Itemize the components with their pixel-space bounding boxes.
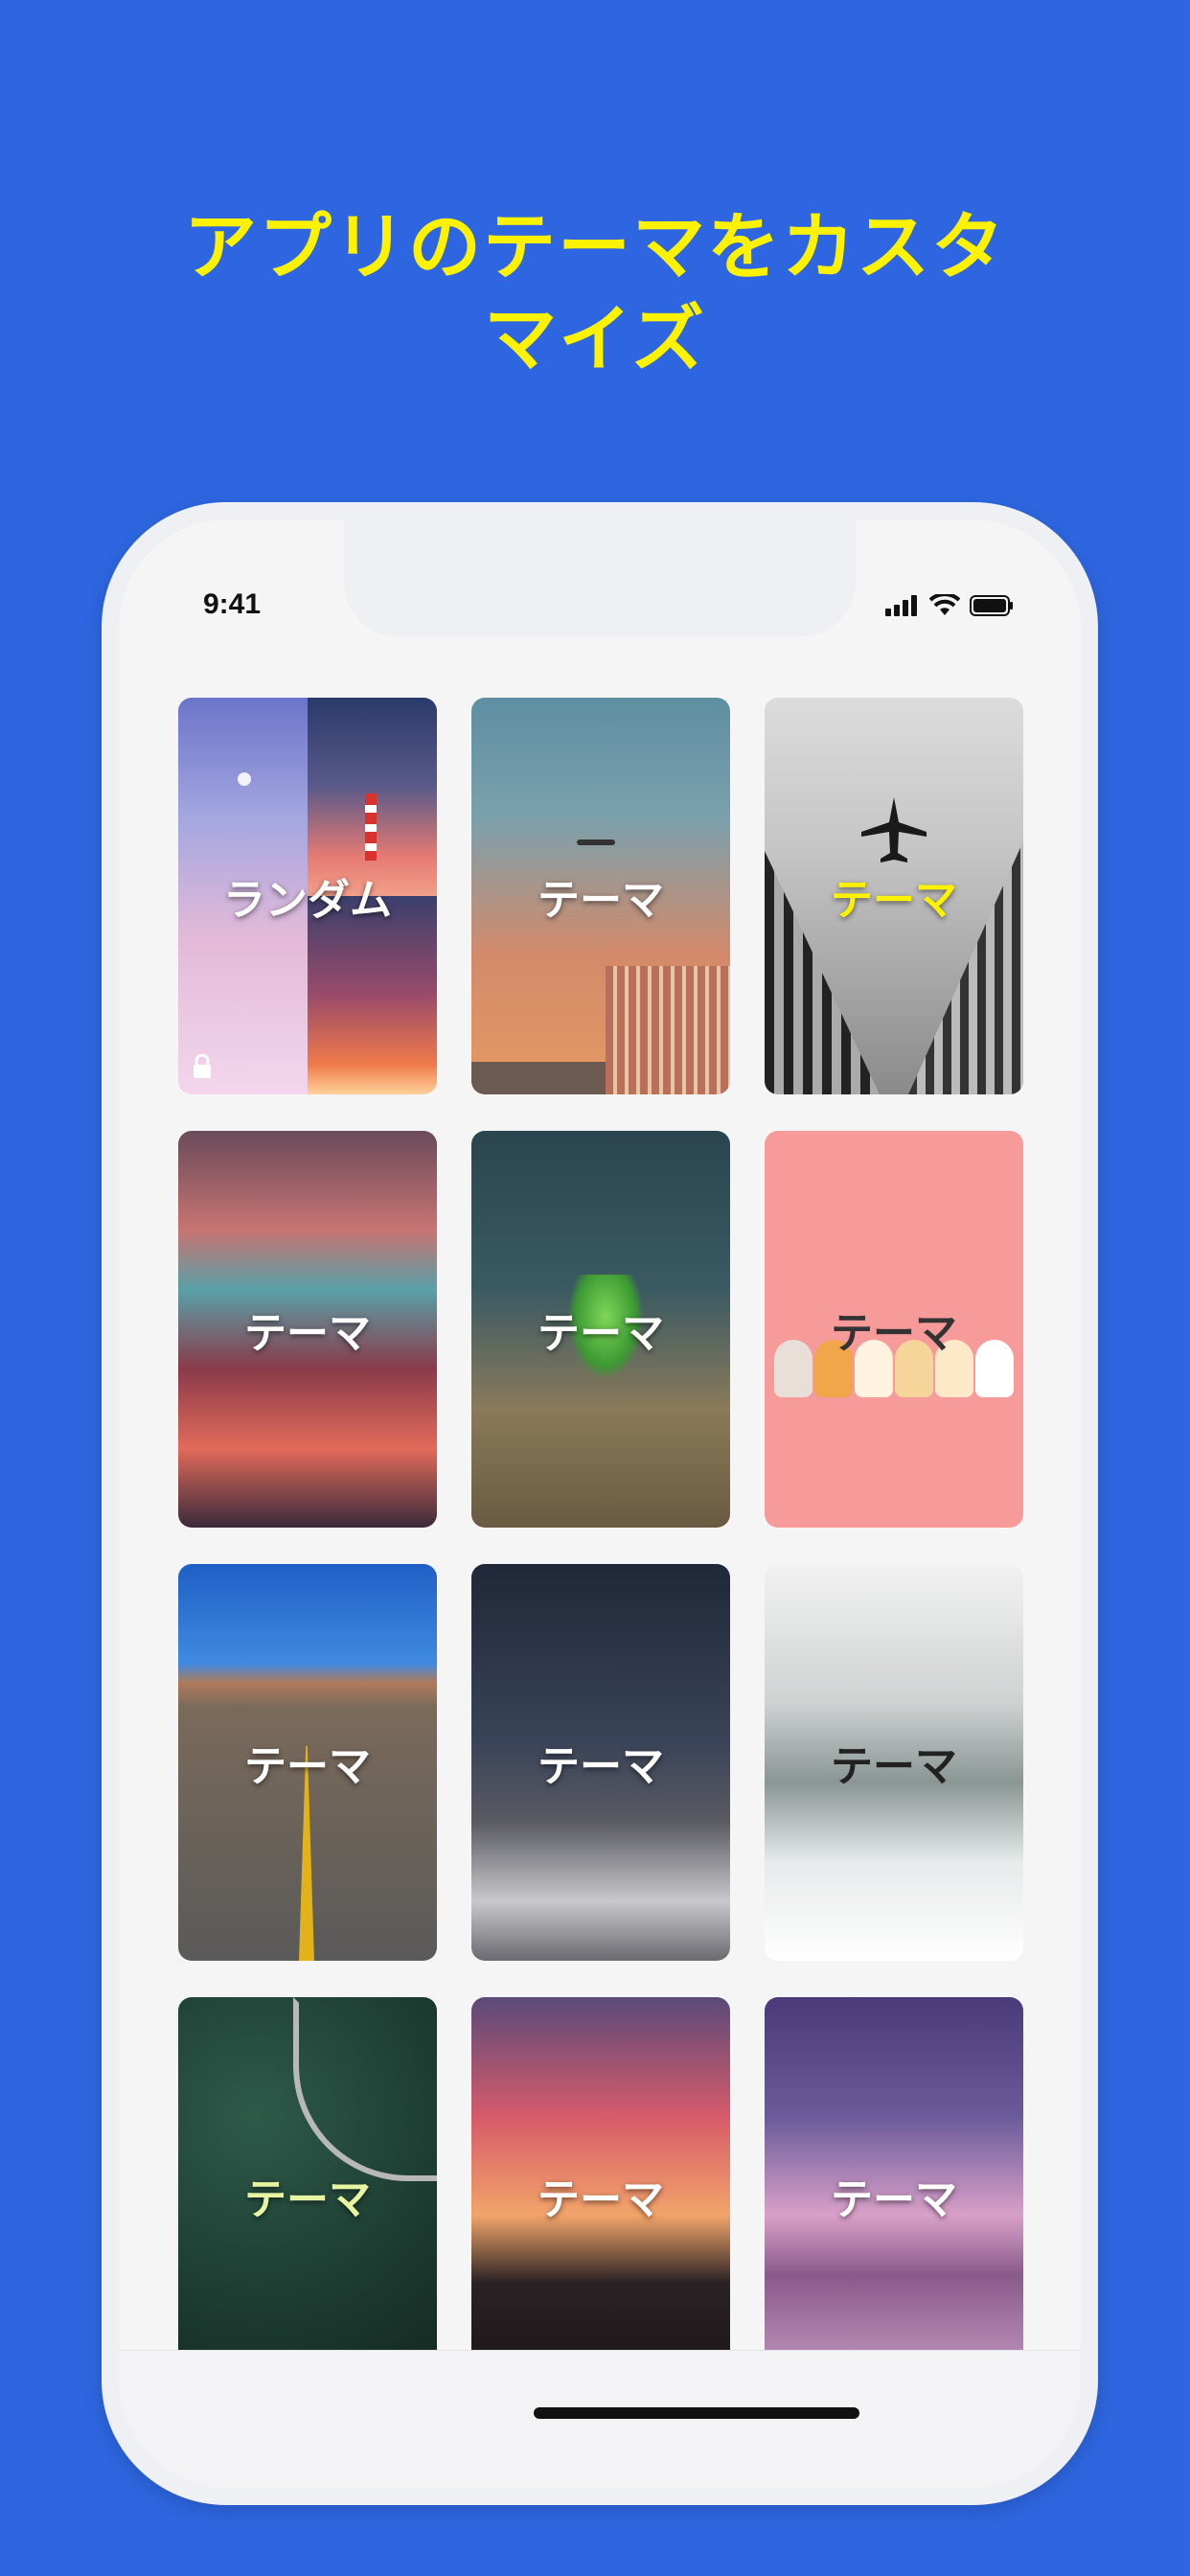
phone-notch: [344, 519, 856, 636]
theme-label: テーマ: [538, 2175, 664, 2224]
theme-tile[interactable]: テーマ: [471, 1997, 730, 2350]
theme-tile-random[interactable]: ランダム: [178, 698, 437, 1094]
airplane-icon: [858, 794, 930, 870]
theme-label: テーマ: [244, 1309, 371, 1358]
theme-tile[interactable]: テーマ: [765, 1997, 1023, 2350]
phone-frame: 9:41 ランダム テーマ テーマ テーマ テーマ テーマ テーマ テーマ テー…: [102, 502, 1098, 2505]
theme-tile[interactable]: テーマ: [471, 698, 730, 1094]
status-time: 9:41: [203, 588, 262, 620]
theme-tile[interactable]: テーマ: [765, 1564, 1023, 1961]
theme-label: ランダム: [223, 876, 392, 925]
theme-label: テーマ: [831, 876, 957, 925]
home-indicator[interactable]: [534, 2407, 859, 2419]
theme-label: テーマ: [831, 1309, 957, 1358]
theme-tile[interactable]: テーマ: [178, 1131, 437, 1528]
phone-screen: 9:41 ランダム テーマ テーマ テーマ テーマ テーマ テーマ テーマ テー…: [119, 519, 1081, 2488]
forest-road-image: [293, 1997, 437, 2181]
lock-icon: [192, 1053, 213, 1083]
moon-image: [238, 772, 251, 786]
building-image: [471, 1062, 606, 1094]
cellular-signal-icon: [885, 595, 917, 616]
theme-tile[interactable]: テーマ: [178, 1564, 437, 1961]
theme-label: テーマ: [831, 2175, 957, 2224]
theme-label: テーマ: [244, 2175, 371, 2224]
airplane-image: [577, 840, 615, 845]
lighthouse-image: [365, 794, 377, 861]
status-icons: [885, 594, 1014, 617]
theme-label: テーマ: [244, 1742, 371, 1791]
promo-headline-line2: マイズ: [484, 296, 706, 381]
theme-label: テーマ: [538, 876, 664, 925]
theme-tile[interactable]: テーマ: [765, 698, 1023, 1094]
theme-tile[interactable]: テーマ: [765, 1131, 1023, 1528]
battery-icon: [970, 595, 1013, 616]
theme-grid: ランダム テーマ テーマ テーマ テーマ テーマ テーマ テーマ テーマ テーマ…: [178, 698, 1023, 2350]
promo-headline-line1: アプリのテーマをカスタ: [184, 204, 1006, 289]
theme-tile[interactable]: テーマ: [178, 1997, 437, 2350]
theme-label: テーマ: [831, 1742, 957, 1791]
bottom-bar: [119, 2350, 1081, 2488]
building-image: [606, 966, 730, 1094]
theme-label: テーマ: [538, 1742, 664, 1791]
theme-label: テーマ: [538, 1309, 664, 1358]
theme-tile[interactable]: テーマ: [471, 1564, 730, 1961]
theme-tile[interactable]: テーマ: [471, 1131, 730, 1528]
promo-headline: アプリのテーマをカスタ マイズ: [0, 201, 1190, 385]
wifi-icon: [929, 594, 960, 615]
